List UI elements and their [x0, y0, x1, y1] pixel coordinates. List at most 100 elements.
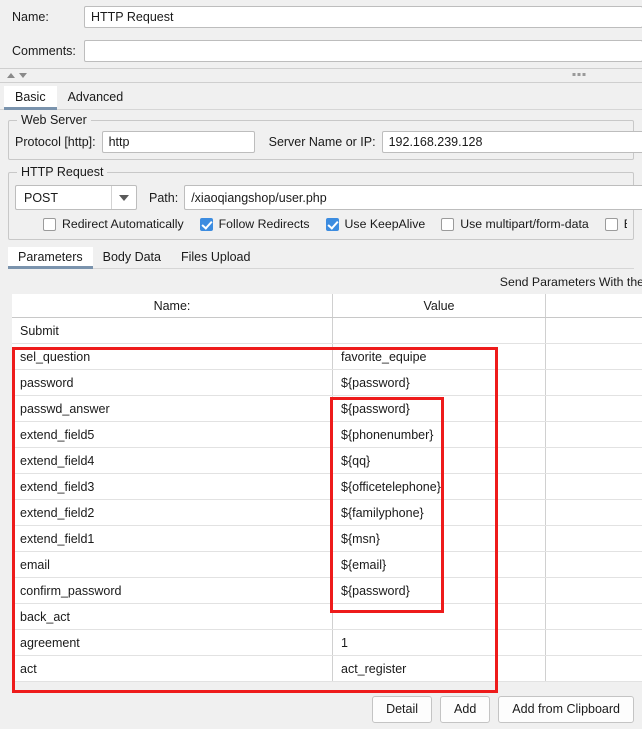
cell-param-value[interactable]	[332, 317, 546, 344]
cell-param-value[interactable]: ${password}	[332, 395, 546, 422]
table-row[interactable]: confirm_password ${password}	[12, 577, 642, 604]
tab-parameters[interactable]: Parameters	[8, 247, 93, 269]
cell-filler	[545, 603, 642, 630]
cell-param-name[interactable]: extend_field4	[12, 447, 333, 474]
table-row[interactable]: password ${password}	[12, 369, 642, 396]
cell-param-value[interactable]: ${qq}	[332, 447, 546, 474]
cell-param-value[interactable]: ${msn}	[332, 525, 546, 552]
cell-param-value[interactable]: ${phonenumber}	[332, 421, 546, 448]
cell-filler	[545, 473, 642, 500]
cell-param-name[interactable]: Submit	[12, 317, 333, 344]
table-row[interactable]: Submit	[12, 317, 642, 344]
cell-param-name[interactable]: password	[12, 369, 333, 396]
table-row[interactable]: extend_field1 ${msn}	[12, 525, 642, 552]
tab-files-upload[interactable]: Files Upload	[171, 247, 260, 268]
collapse-down-icon[interactable]	[19, 73, 27, 78]
cell-param-value[interactable]: ${familyphone}	[332, 499, 546, 526]
cell-param-value[interactable]	[332, 603, 546, 630]
http-method-value: POST	[24, 190, 59, 205]
jmeter-http-request-panel: Name: HTTP Request Comments: Basic Advan…	[0, 0, 642, 729]
panel-splitter[interactable]	[0, 68, 642, 83]
table-row[interactable]: email ${email}	[12, 551, 642, 578]
cell-filler	[545, 577, 642, 604]
table-row[interactable]: extend_field2 ${familyphone}	[12, 499, 642, 526]
cell-filler	[545, 369, 642, 396]
column-header-value[interactable]: Value	[332, 294, 546, 318]
name-input[interactable]: HTTP Request	[84, 6, 642, 28]
checkbox-browser-compatible-headers[interactable]: Browser-compatib	[604, 217, 627, 231]
parameters-table-wrapper: Name: Value Submit sel_question favorite_e…	[12, 294, 642, 682]
checkbox-label: Follow Redirects	[218, 217, 310, 231]
cell-param-name[interactable]: agreement	[12, 629, 333, 656]
cell-param-name[interactable]: passwd_answer	[12, 395, 333, 422]
cell-filler	[545, 395, 642, 422]
comments-input[interactable]	[84, 40, 642, 62]
table-row[interactable]: act act_register	[12, 655, 642, 682]
cell-filler	[545, 447, 642, 474]
checkbox-use-multipart-form-data[interactable]: Use multipart/form-data	[441, 217, 589, 231]
name-row: Name: HTTP Request	[0, 0, 642, 34]
column-header-name[interactable]: Name:	[12, 294, 333, 318]
add-button[interactable]: Add	[440, 696, 491, 723]
tab-basic[interactable]: Basic	[4, 86, 57, 110]
cell-filler	[545, 551, 642, 578]
table-header-row: Name: Value	[12, 294, 642, 318]
parameters-table: Name: Value Submit sel_question favorite_e…	[12, 294, 642, 682]
web-server-legend: Web Server	[17, 113, 91, 127]
checkbox-label: Redirect Automatically	[62, 217, 184, 231]
checkbox-box-icon[interactable]	[604, 217, 618, 231]
cell-filler	[545, 629, 642, 656]
table-row[interactable]: extend_field4 ${qq}	[12, 447, 642, 474]
cell-param-value[interactable]: ${email}	[332, 551, 546, 578]
add-from-clipboard-button[interactable]: Add from Clipboard	[498, 696, 634, 723]
cell-param-name[interactable]: confirm_password	[12, 577, 333, 604]
table-action-buttons: Detail Add Add from Clipboard	[0, 696, 642, 723]
cell-param-name[interactable]: extend_field3	[12, 473, 333, 500]
checkbox-follow-redirects[interactable]: Follow Redirects	[199, 217, 310, 231]
table-row[interactable]: extend_field3 ${officetelephone}	[12, 473, 642, 500]
cell-param-name[interactable]: extend_field1	[12, 525, 333, 552]
checkbox-label: Browser-compatib	[624, 217, 627, 231]
table-row[interactable]: passwd_answer ${password}	[12, 395, 642, 422]
cell-param-value[interactable]: 1	[332, 629, 546, 656]
server-name-input[interactable]: 192.168.239.128	[381, 131, 642, 153]
parameters-table-body: Submit sel_question favorite_equipe passwor…	[12, 317, 642, 682]
cell-param-value[interactable]: act_register	[332, 655, 546, 682]
checkbox-checked-icon[interactable]	[325, 217, 339, 231]
cell-param-name[interactable]: extend_field5	[12, 421, 333, 448]
cell-param-name[interactable]: extend_field2	[12, 499, 333, 526]
http-method-dropdown[interactable]: POST	[15, 185, 137, 210]
cell-param-value[interactable]: ${officetelephone}	[332, 473, 546, 500]
cell-param-value[interactable]: ${password}	[332, 369, 546, 396]
inner-tab-bar: Parameters Body Data Files Upload	[8, 244, 634, 269]
collapse-up-icon[interactable]	[7, 73, 15, 78]
comments-row: Comments:	[0, 34, 642, 68]
cell-param-name[interactable]: sel_question	[12, 343, 333, 370]
detail-button[interactable]: Detail	[372, 696, 433, 723]
protocol-input[interactable]: http	[101, 131, 255, 153]
drag-handle-icon[interactable]	[572, 73, 586, 76]
checkbox-redirect-automatically[interactable]: Redirect Automatically	[43, 217, 184, 231]
cell-param-value[interactable]: ${password}	[332, 577, 546, 604]
path-input[interactable]: /xiaoqiangshop/user.php	[184, 185, 642, 210]
table-row[interactable]: sel_question favorite_equipe	[12, 343, 642, 370]
checkbox-box-icon[interactable]	[43, 217, 56, 231]
chevron-down-icon[interactable]	[111, 186, 136, 209]
checkbox-box-icon[interactable]	[441, 217, 455, 231]
table-row[interactable]: extend_field5 ${phonenumber}	[12, 421, 642, 448]
cell-param-name[interactable]: act	[12, 655, 333, 682]
http-request-group: HTTP Request POST Path: /xiaoqiangshop/u…	[8, 165, 642, 240]
tab-advanced[interactable]: Advanced	[57, 86, 135, 109]
path-label: Path:	[149, 190, 179, 205]
cell-param-name[interactable]: back_act	[12, 603, 333, 630]
checkbox-checked-icon[interactable]	[199, 217, 213, 231]
cell-param-name[interactable]: email	[12, 551, 333, 578]
cell-param-value[interactable]: favorite_equipe	[332, 343, 546, 370]
tab-body-data[interactable]: Body Data	[93, 247, 171, 268]
checkbox-use-keepalive[interactable]: Use KeepAlive	[325, 217, 425, 231]
column-header-filler	[545, 294, 642, 318]
cell-filler	[545, 317, 642, 344]
table-row[interactable]: back_act	[12, 603, 642, 630]
comments-label: Comments:	[12, 44, 76, 58]
table-row[interactable]: agreement 1	[12, 629, 642, 656]
